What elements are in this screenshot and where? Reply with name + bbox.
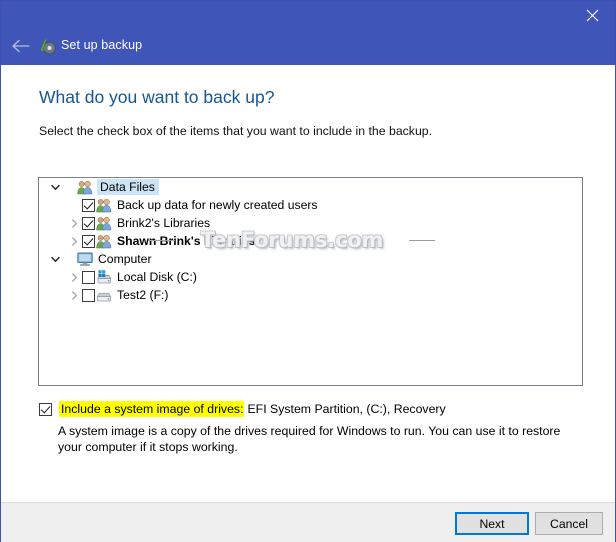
page-subtitle: Select the check box of the items that y… — [39, 124, 433, 138]
users-icon — [96, 233, 112, 249]
tree-item-label: Shawn Brink's Libraries — [117, 234, 256, 248]
system-image-row: Include a system image of drives: EFI Sy… — [39, 401, 446, 417]
back-arrow-icon[interactable] — [9, 35, 33, 57]
system-image-drives: EFI System Partition, (C:), Recovery — [247, 402, 446, 416]
tree-row[interactable]: Computer — [39, 250, 582, 268]
windows-drive-icon — [96, 269, 112, 285]
chevron-right-icon[interactable] — [67, 215, 82, 231]
users-icon — [96, 197, 112, 213]
drive-icon — [96, 287, 112, 303]
tree-item-label: Computer — [98, 252, 152, 266]
tree-row[interactable]: Data Files — [39, 178, 582, 196]
tree-row[interactable]: Shawn Brink's Libraries — [39, 232, 582, 250]
users-icon — [96, 215, 112, 231]
tree-row[interactable]: Brink2's Libraries — [39, 214, 582, 232]
chevron-down-icon[interactable] — [48, 251, 63, 267]
next-button[interactable]: Next — [455, 512, 529, 535]
tree-row[interactable]: Test2 (F:) — [39, 286, 582, 304]
tree-row[interactable]: Back up data for newly created users — [39, 196, 582, 214]
users-icon — [77, 179, 93, 195]
cancel-button[interactable]: Cancel — [535, 512, 603, 535]
page-title: What do you want to back up? — [39, 87, 275, 107]
tree-item-label: Data Files — [97, 179, 159, 195]
title-bar: Set up backup — [1, 1, 615, 65]
set-up-backup-window: Set up backup What do you want to back u… — [0, 0, 616, 542]
tree-item-checkbox[interactable] — [82, 270, 95, 284]
close-icon[interactable] — [570, 1, 615, 29]
monitor-icon — [77, 251, 93, 267]
tree-item-label: Back up data for newly created users — [117, 198, 318, 212]
tree-item-checkbox[interactable] — [82, 216, 95, 230]
tree-item-checkbox[interactable] — [82, 288, 95, 302]
include-system-image-label: Include a system image of drives: — [59, 401, 245, 417]
tree-item-label: Test2 (F:) — [117, 288, 169, 302]
backup-items-tree[interactable]: Data Files Back up data for newly created… — [38, 177, 583, 386]
system-image-description: A system image is a copy of the drives r… — [58, 424, 561, 454]
tree-item-checkbox[interactable] — [82, 198, 95, 212]
tree-rows-container: Data Files Back up data for newly created… — [39, 178, 582, 304]
window-title: Set up backup — [61, 38, 143, 52]
footer-bar: Next Cancel — [1, 502, 615, 542]
content-area: What do you want to back up? Select the … — [1, 65, 615, 502]
chevron-right-icon[interactable] — [67, 287, 82, 303]
tree-item-label: Brink2's Libraries — [117, 216, 211, 230]
tree-item-label: Local Disk (C:) — [117, 270, 197, 284]
tree-item-checkbox[interactable] — [82, 234, 95, 248]
chevron-down-icon[interactable] — [48, 179, 63, 195]
tree-row[interactable]: Local Disk (C:) — [39, 268, 582, 286]
chevron-right-icon[interactable] — [67, 269, 82, 285]
include-system-image-checkbox[interactable] — [39, 402, 52, 416]
chevron-right-icon[interactable] — [67, 233, 82, 249]
backup-disc-icon — [39, 37, 57, 55]
